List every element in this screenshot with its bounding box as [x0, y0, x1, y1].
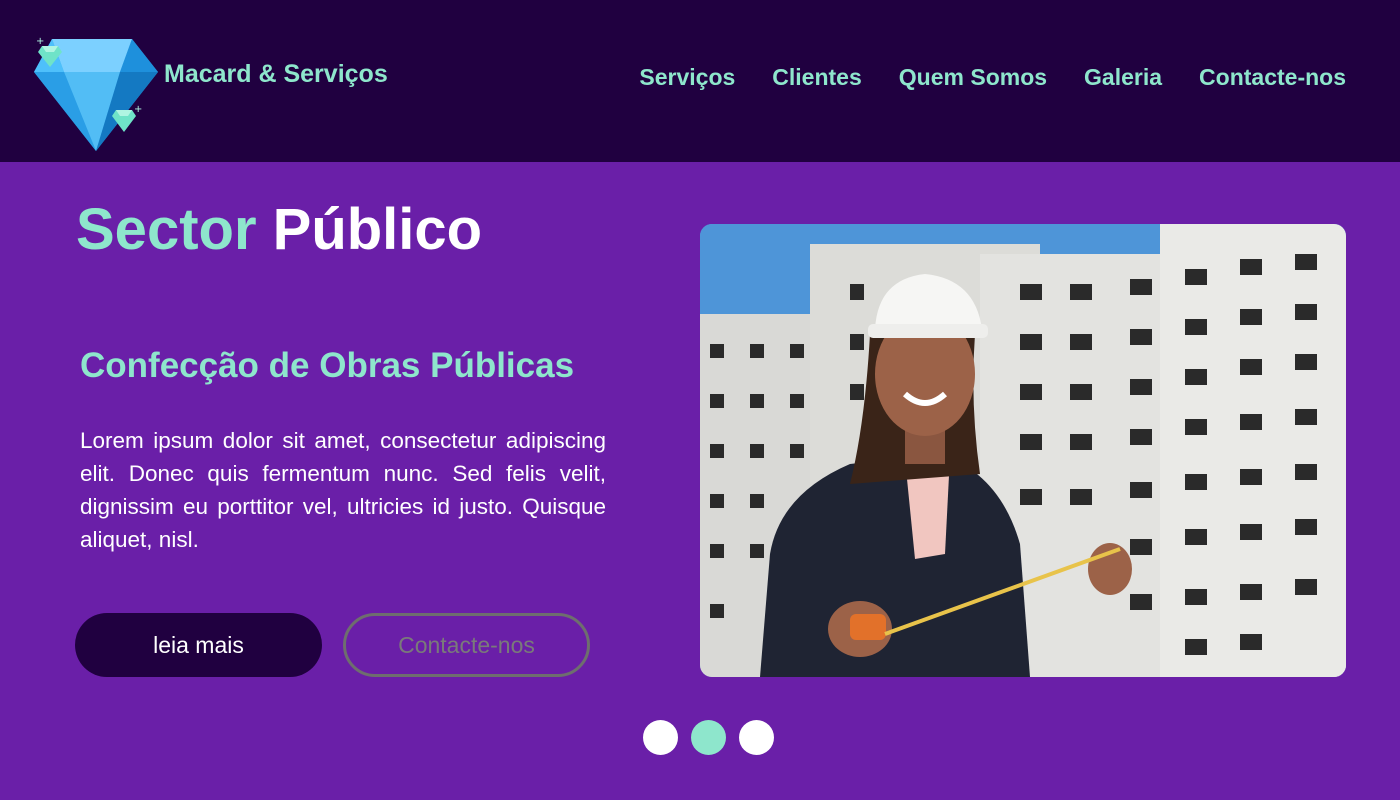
carousel-dot-1[interactable]: [643, 720, 678, 755]
hero-title: Sector Público: [76, 196, 482, 263]
hero-title-main: Público: [272, 197, 483, 262]
hero-title-accent: Sector: [76, 197, 257, 262]
carousel-dot-2[interactable]: [691, 720, 726, 755]
nav-link-contacte-nos[interactable]: Contacte-nos: [1199, 64, 1346, 91]
hero-subtitle: Confecção de Obras Públicas: [80, 346, 575, 385]
diamond-logo-icon[interactable]: + +: [30, 34, 160, 154]
nav-link-servicos[interactable]: Serviços: [639, 64, 735, 91]
contact-button[interactable]: Contacte-nos: [343, 613, 590, 677]
nav-link-clientes[interactable]: Clientes: [772, 64, 861, 91]
svg-text:+: +: [36, 36, 44, 47]
hero-photo: [700, 224, 1346, 677]
carousel-indicators: [643, 720, 774, 755]
main-nav: Serviços Clientes Quem Somos Galeria Con…: [639, 64, 1346, 91]
svg-text:+: +: [134, 104, 142, 115]
nav-link-quem-somos[interactable]: Quem Somos: [899, 64, 1047, 91]
read-more-button[interactable]: leia mais: [75, 613, 322, 677]
carousel-dot-3[interactable]: [739, 720, 774, 755]
site-header: + + Macard & Serviços Serviços Clientes …: [0, 0, 1400, 162]
hero-description: Lorem ipsum dolor sit amet, consectetur …: [80, 428, 606, 552]
nav-link-galeria[interactable]: Galeria: [1084, 64, 1162, 91]
brand-name[interactable]: Macard & Serviços: [164, 60, 388, 89]
